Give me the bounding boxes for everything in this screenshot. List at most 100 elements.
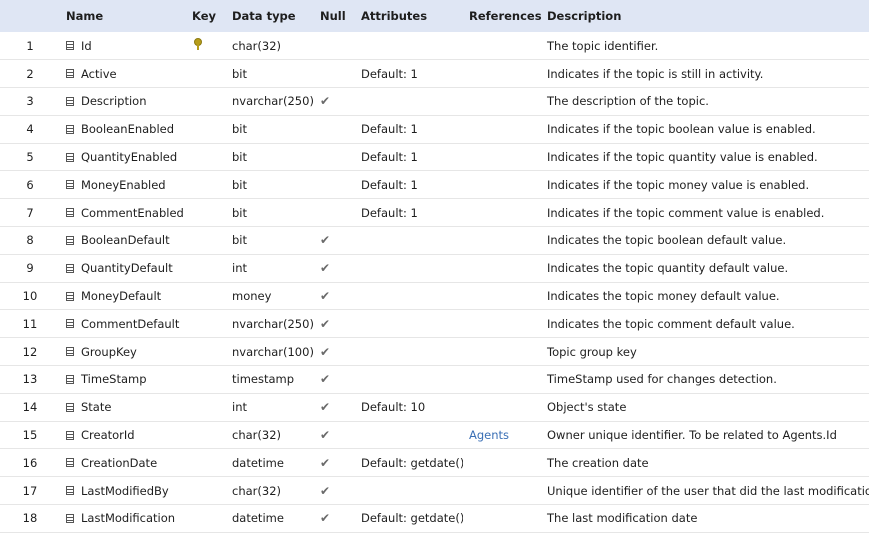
key-cell xyxy=(186,88,226,116)
column-name-cell[interactable]: CreationDate xyxy=(60,449,186,477)
description-cell: TimeStamp used for changes detection. xyxy=(547,372,777,387)
column-name: Active xyxy=(81,66,117,81)
table-row[interactable]: 18 LastModification datetime ✔ Default: getd… xyxy=(0,505,869,533)
header-name[interactable]: Name xyxy=(60,0,186,32)
null-cell xyxy=(314,115,355,143)
column-name-cell[interactable]: GroupKey xyxy=(60,338,186,366)
column-name: MoneyEnabled xyxy=(81,177,166,192)
column-name-cell[interactable]: MoneyEnabled xyxy=(60,171,186,199)
references-cell xyxy=(463,477,541,505)
table-row[interactable]: 15 CreatorId char(32) ✔ Agents Owner unique i… xyxy=(0,421,869,449)
table-row[interactable]: 8 BooleanDefault bit ✔ Indicates the topic b… xyxy=(0,227,869,255)
row-number: 17 xyxy=(22,483,38,498)
table-row[interactable]: 10 MoneyDefault money ✔ Indicates the topic … xyxy=(0,282,869,310)
table-header: Name Key Data type Null Attributes Refer… xyxy=(0,0,869,32)
table-row[interactable]: 6 MoneyEnabled bit Default: 1 Indicates if t… xyxy=(0,171,869,199)
columns-table: Name Key Data type Null Attributes Refer… xyxy=(0,0,869,533)
description-cell: Object's state xyxy=(547,400,627,415)
description-cell: Topic group key xyxy=(547,344,637,359)
column-icon xyxy=(66,235,74,245)
table-row[interactable]: 7 CommentEnabled bit Default: 1 Indicates if… xyxy=(0,199,869,227)
key-cell xyxy=(186,282,226,310)
column-name-cell[interactable]: LastModifiedBy xyxy=(60,477,186,505)
column-name-cell[interactable]: CreatorId xyxy=(60,421,186,449)
column-icon xyxy=(66,180,74,190)
table-row[interactable]: 3 Description nvarchar(250) ✔ The descriptio… xyxy=(0,88,869,116)
description-cell: Indicates the topic boolean default valu… xyxy=(547,233,787,248)
column-name-cell[interactable]: CommentDefault xyxy=(60,310,186,338)
table-row[interactable]: 1 Id char(32) The topic identifier. xyxy=(0,32,869,60)
column-icon xyxy=(66,486,74,496)
data-type-cell: int xyxy=(232,261,247,276)
table-row[interactable]: 4 BooleanEnabled bit Default: 1 Indicates if… xyxy=(0,115,869,144)
data-type-cell: int xyxy=(232,400,247,415)
table-row[interactable]: 2 Active bit Default: 1 Indicates if the top… xyxy=(0,60,869,88)
column-name: CreatorId xyxy=(81,428,135,443)
column-name-cell[interactable]: BooleanDefault xyxy=(60,227,186,255)
column-name-cell[interactable]: Description xyxy=(60,88,186,116)
column-name-cell[interactable]: TimeStamp xyxy=(60,366,186,394)
header-key[interactable]: Key xyxy=(186,0,226,32)
column-name: CommentDefault xyxy=(81,316,180,331)
references-cell xyxy=(463,338,541,366)
key-cell xyxy=(186,366,226,394)
table-row[interactable]: 12 GroupKey nvarchar(100) ✔ Topic group key xyxy=(0,338,869,366)
description-cell: Indicates the topic money default value. xyxy=(547,289,780,304)
column-name: Id xyxy=(81,38,92,53)
key-cell xyxy=(186,393,226,421)
description-cell: The topic identifier. xyxy=(547,38,659,53)
table-row[interactable]: 5 QuantityEnabled bit Default: 1 Indicates i… xyxy=(0,143,869,171)
attributes-cell: Default: 1 xyxy=(361,122,418,137)
table-row[interactable]: 16 CreationDate datetime ✔ Default: getdate(… xyxy=(0,449,869,477)
table-row[interactable]: 17 LastModifiedBy char(32) ✔ Unique identifi… xyxy=(0,477,869,505)
null-cell: ✔ xyxy=(320,400,331,415)
column-name-cell[interactable]: LastModification xyxy=(60,505,186,533)
description-cell: Unique identifier of the user that did t… xyxy=(547,483,869,498)
column-name-cell[interactable]: Active xyxy=(60,60,186,88)
header-null[interactable]: Null xyxy=(314,0,355,32)
references-cell xyxy=(463,505,541,533)
column-name-cell[interactable]: Id xyxy=(60,32,186,60)
column-name-cell[interactable]: MoneyDefault xyxy=(60,282,186,310)
column-name: BooleanDefault xyxy=(81,233,170,248)
row-number: 1 xyxy=(26,38,34,53)
column-name-cell[interactable]: State xyxy=(60,393,186,421)
table-row[interactable]: 9 QuantityDefault int ✔ Indicates the topic … xyxy=(0,254,869,283)
header-data-type[interactable]: Data type xyxy=(226,0,314,32)
null-cell xyxy=(314,32,355,60)
header-description[interactable]: Description xyxy=(541,0,869,32)
attributes-cell: Default: getdate() xyxy=(361,455,463,470)
column-icon xyxy=(66,513,74,523)
column-icon xyxy=(66,347,74,357)
attributes-cell xyxy=(355,88,463,116)
column-icon xyxy=(66,69,74,79)
data-type-cell: nvarchar(250) xyxy=(232,94,314,109)
column-icon xyxy=(66,319,74,329)
column-name-cell[interactable]: CommentEnabled xyxy=(60,199,186,227)
attributes-cell xyxy=(355,227,463,255)
data-type-cell: nvarchar(100) xyxy=(232,344,314,359)
data-type-cell: bit xyxy=(232,66,248,81)
references-cell[interactable]: Agents xyxy=(463,421,541,449)
column-name: MoneyDefault xyxy=(81,289,162,304)
null-cell xyxy=(314,171,355,199)
column-name-cell[interactable]: BooleanEnabled xyxy=(60,115,186,143)
attributes-cell: Default: 1 xyxy=(361,177,418,192)
row-number: 2 xyxy=(26,66,34,81)
table-row[interactable]: 14 State int ✔ Default: 10 Object's state xyxy=(0,393,869,422)
header-references[interactable]: References xyxy=(463,0,542,32)
null-cell: ✔ xyxy=(320,511,331,526)
column-name-cell[interactable]: QuantityDefault xyxy=(60,254,186,282)
table-body: 1 Id char(32) The topic identifier. 2 Active b… xyxy=(0,32,869,533)
header-attributes[interactable]: Attributes xyxy=(355,0,463,32)
table-row[interactable]: 13 TimeStamp timestamp ✔ TimeStamp used for … xyxy=(0,366,869,394)
column-name: QuantityDefault xyxy=(81,261,173,276)
column-icon xyxy=(66,208,74,218)
key-cell xyxy=(186,505,226,533)
key-cell xyxy=(186,477,226,505)
column-name: TimeStamp xyxy=(81,372,147,387)
attributes-cell: Default: 1 xyxy=(361,66,418,81)
null-cell: ✔ xyxy=(320,261,331,276)
column-name-cell[interactable]: QuantityEnabled xyxy=(60,143,186,171)
table-row[interactable]: 11 CommentDefault nvarchar(250) ✔ Indicates … xyxy=(0,310,869,338)
